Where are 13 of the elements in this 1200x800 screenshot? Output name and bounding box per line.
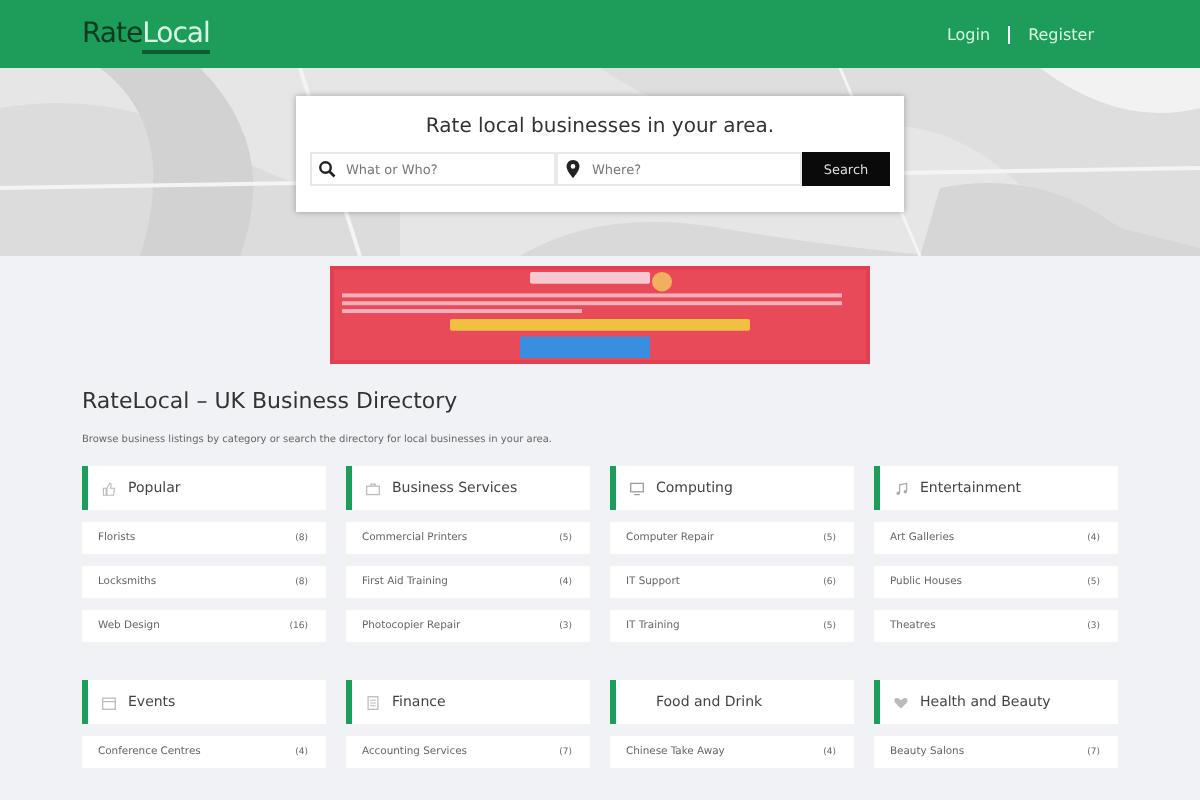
location-pin-icon — [564, 160, 582, 178]
heart-icon — [894, 695, 908, 709]
thumbs-up-icon — [102, 481, 116, 495]
page-title: RateLocal – UK Business Directory — [82, 388, 460, 414]
logo[interactable]: RateLocal — [82, 18, 210, 50]
separator — [1008, 25, 1011, 43]
hero-heading: Rate local businesses in your area. — [423, 116, 777, 138]
briefcase-icon — [366, 481, 380, 495]
monitor-icon — [630, 481, 644, 495]
calendar-icon — [102, 695, 116, 709]
search-icon — [318, 160, 336, 178]
calculator-icon — [366, 695, 380, 709]
music-note-icon — [894, 481, 908, 495]
